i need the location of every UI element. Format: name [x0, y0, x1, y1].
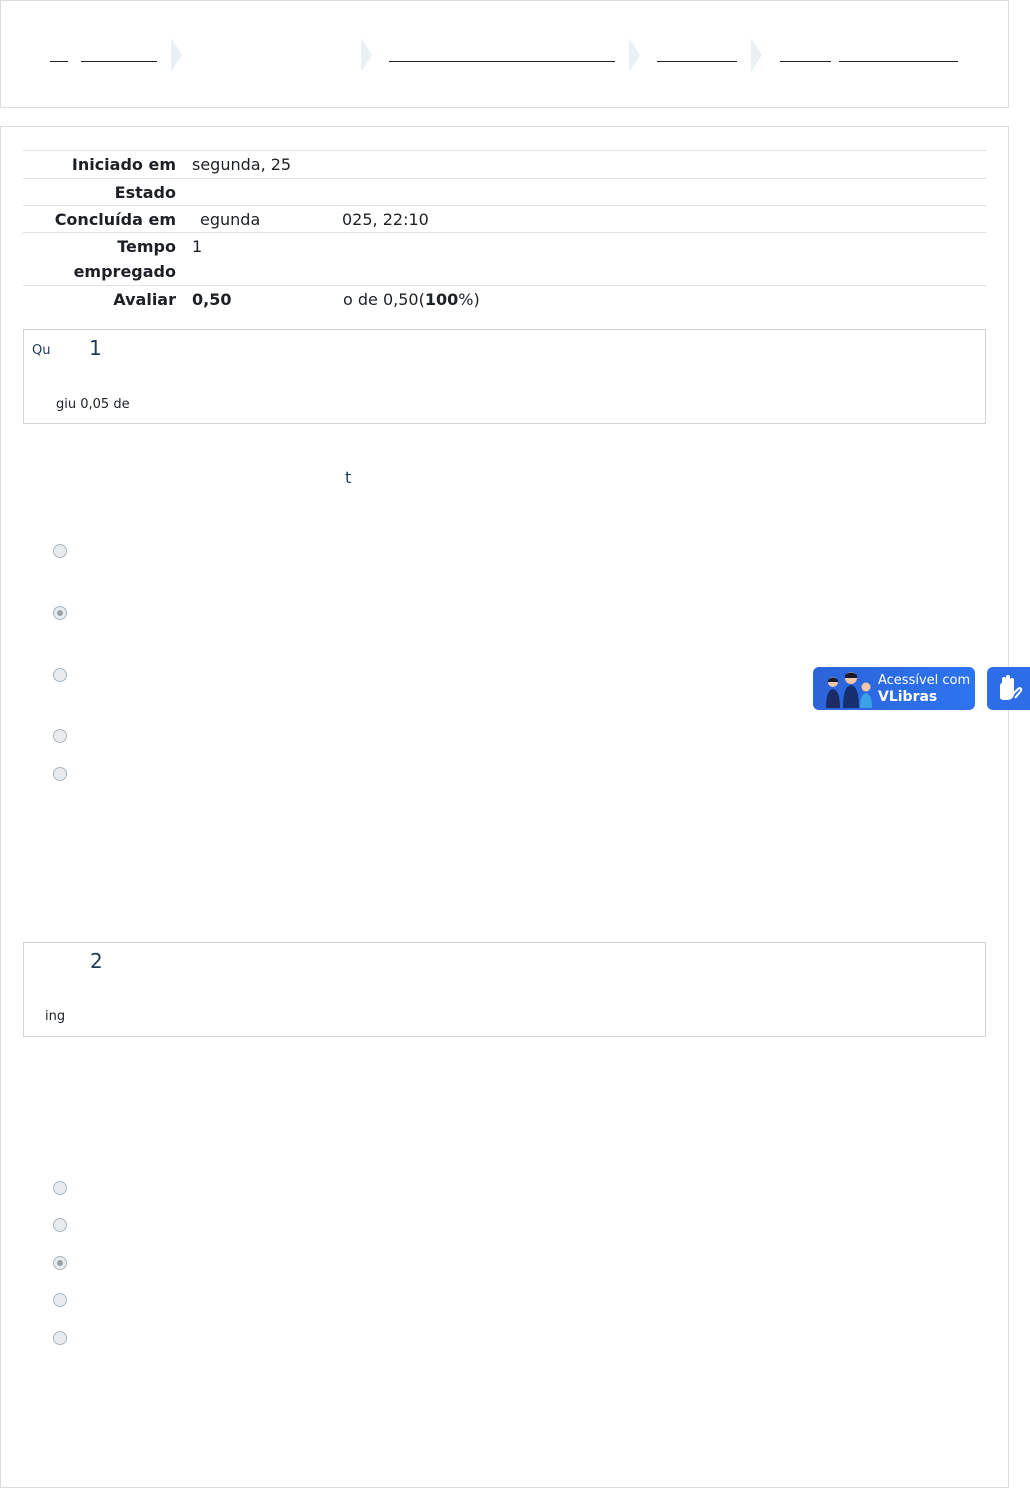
sign-language-hands-icon: [1000, 675, 1023, 700]
summary-label: empregado: [73, 262, 176, 281]
question-number: 1: [89, 336, 102, 360]
summary-row-started: Iniciado em segunda, 25: [23, 150, 986, 178]
summary-value: 0,50: [192, 290, 232, 309]
breadcrumb-link-section[interactable]: [389, 61, 615, 62]
breadcrumb: [0, 0, 1009, 108]
question-label: Qu: [32, 343, 51, 358]
breadcrumb-link-course[interactable]: [81, 61, 157, 62]
answer-radio[interactable]: [53, 668, 67, 682]
vlibras-text: Acessível com: [878, 673, 971, 688]
breadcrumb-link-activity[interactable]: [657, 61, 737, 62]
answer-radio-selected[interactable]: [53, 606, 67, 620]
answer-radio[interactable]: [53, 1331, 67, 1345]
question-text: t: [345, 468, 352, 487]
answer-radio-selected[interactable]: [53, 1256, 67, 1270]
summary-value: o de 0,50(100%): [343, 290, 480, 309]
question-1-info: Qu 1 giu 0,05 de: [23, 329, 986, 424]
summary-row-completed: Concluída em egunda 025, 22:10: [23, 205, 986, 232]
summary-label: Concluída em: [54, 210, 176, 229]
summary-row-time: Tempo empregado 1: [23, 232, 986, 285]
summary-label: Tempo: [117, 237, 176, 256]
summary-value: 025, 22:10: [342, 210, 429, 229]
summary-label: Avaliar: [113, 290, 176, 309]
breadcrumb-link-review[interactable]: [780, 61, 831, 62]
answer-radio[interactable]: [53, 544, 67, 558]
summary-row-grade: Avaliar 0,50 o de 0,50(100%): [23, 285, 986, 312]
summary-value: egunda: [200, 210, 261, 229]
grade-percent: 100: [424, 290, 459, 309]
breadcrumb-separator-icon: [629, 38, 640, 72]
answer-radio[interactable]: [53, 1218, 67, 1232]
answer-radio[interactable]: [53, 767, 67, 781]
breadcrumb-link-home[interactable]: [50, 61, 68, 62]
summary-row-state: Estado: [23, 178, 986, 205]
question-grade: ing: [45, 1009, 66, 1024]
vlibras-people-icon: [826, 672, 872, 708]
summary-value: 1: [192, 237, 203, 256]
breadcrumb-separator-icon: [361, 38, 372, 72]
answer-radio[interactable]: [53, 729, 67, 743]
question-grade: giu 0,05 de: [56, 397, 130, 412]
answer-radio[interactable]: [53, 1293, 67, 1307]
question-number: 2: [90, 949, 103, 973]
grade-text: o de 0,50: [343, 290, 419, 309]
vlibras-badge[interactable]: Acessível com VLibras: [813, 667, 975, 710]
answer-radio[interactable]: [53, 1181, 67, 1195]
question-2-info: 2 ing: [23, 942, 986, 1037]
breadcrumb-separator-icon: [171, 38, 182, 72]
vlibras-toggle-button[interactable]: [987, 667, 1030, 710]
breadcrumb-link-attempt[interactable]: [839, 61, 958, 62]
summary-label: Estado: [114, 183, 176, 202]
breadcrumb-separator-icon: [751, 38, 762, 72]
summary-value: segunda, 25: [192, 155, 292, 174]
summary-label: Iniciado em: [71, 155, 176, 174]
vlibras-brand: VLibras: [878, 689, 938, 705]
attempt-summary-table: Iniciado em segunda, 25 Estado Concluída…: [23, 150, 986, 312]
